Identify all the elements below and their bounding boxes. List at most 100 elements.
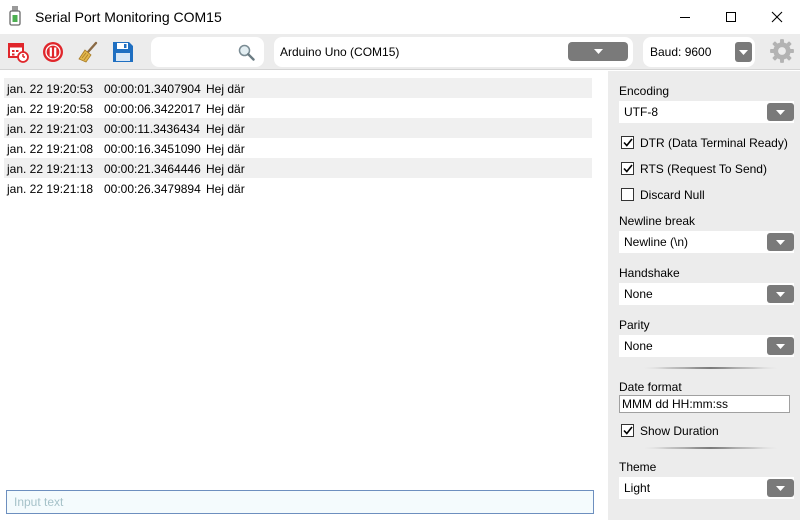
log-row: jan. 22 19:21:13 00:00:21.3464446 Hej dä… xyxy=(4,158,592,178)
newline-dropdown-button[interactable] xyxy=(767,233,794,251)
encoding-value: UTF-8 xyxy=(624,105,658,119)
baud-label: Baud: 9600 xyxy=(650,45,712,59)
close-button[interactable] xyxy=(754,0,800,34)
log-date: jan. 22 19:21:13 xyxy=(7,162,94,176)
search-input[interactable] xyxy=(157,42,237,62)
log-message: Hej där xyxy=(206,182,245,196)
log-date: jan. 22 19:21:03 xyxy=(7,122,94,136)
pause-button[interactable] xyxy=(40,39,66,65)
parity-dropdown-button[interactable] xyxy=(767,337,794,355)
log-date: jan. 22 19:21:08 xyxy=(7,142,94,156)
newline-label: Newline break xyxy=(619,214,696,228)
save-icon xyxy=(113,42,133,62)
chevron-down-icon xyxy=(776,343,785,349)
encoding-label: Encoding xyxy=(619,84,670,98)
clear-button[interactable] xyxy=(75,39,101,65)
chevron-down-icon xyxy=(593,49,603,54)
parity-select[interactable]: None xyxy=(619,335,794,357)
log-duration: 00:00:06.3422017 xyxy=(104,102,201,116)
maximize-button[interactable] xyxy=(708,0,754,34)
port-selected-label: Arduino Uno (COM15) xyxy=(280,45,400,59)
parity-value: None xyxy=(624,339,653,353)
send-input[interactable] xyxy=(6,490,594,514)
checkbox-box[interactable] xyxy=(621,188,634,201)
encoding-dropdown-button[interactable] xyxy=(767,103,794,121)
schedule-button[interactable] xyxy=(5,39,31,65)
log-duration: 00:00:16.3451090 xyxy=(104,142,201,156)
log-message: Hej där xyxy=(206,82,245,96)
handshake-label: Handshake xyxy=(619,266,680,280)
separator xyxy=(643,367,778,369)
parity-label: Parity xyxy=(619,318,650,332)
log-area[interactable]: jan. 22 19:20:53 00:00:01.3407904 Hej dä… xyxy=(0,71,607,520)
port-dropdown-button[interactable] xyxy=(568,42,628,61)
minimize-icon xyxy=(680,17,690,18)
show-duration-checkbox[interactable]: Show Duration xyxy=(619,422,799,440)
log-duration: 00:00:21.3464446 xyxy=(104,162,201,176)
baud-selector[interactable]: Baud: 9600 xyxy=(643,37,755,67)
checkbox-box[interactable] xyxy=(621,424,634,437)
settings-panel: Encoding UTF-8 DTR (Data Terminal Ready)… xyxy=(608,71,800,520)
show-duration-label: Show Duration xyxy=(640,424,719,438)
log-message: Hej där xyxy=(206,142,245,156)
chevron-down-icon xyxy=(776,291,785,297)
theme-dropdown-button[interactable] xyxy=(767,479,794,497)
theme-value: Light xyxy=(624,481,651,495)
broom-clear-icon xyxy=(78,41,98,63)
checkmark-icon xyxy=(622,426,633,435)
separator xyxy=(643,447,778,449)
newline-select[interactable]: Newline (\n) xyxy=(619,231,794,253)
log-duration: 00:00:11.3436434 xyxy=(104,122,200,136)
dtr-checkbox[interactable]: DTR (Data Terminal Ready) xyxy=(619,134,799,152)
log-duration: 00:00:01.3407904 xyxy=(104,82,201,96)
newline-value: Newline (\n) xyxy=(624,235,689,249)
log-duration: 00:00:26.3479894 xyxy=(104,182,201,196)
log-message: Hej där xyxy=(206,102,245,116)
chevron-down-icon xyxy=(776,485,785,491)
checkmark-icon xyxy=(622,138,633,147)
dtr-label: DTR (Data Terminal Ready) xyxy=(640,136,788,150)
save-button[interactable] xyxy=(110,39,136,65)
search-icon[interactable] xyxy=(238,44,255,61)
log-date: jan. 22 19:21:18 xyxy=(7,182,94,196)
chevron-down-icon xyxy=(739,49,748,55)
rts-checkbox[interactable]: RTS (Request To Send) xyxy=(619,160,799,178)
theme-select[interactable]: Light xyxy=(619,477,794,499)
toolbar: Arduino Uno (COM15) Baud: 9600 xyxy=(0,34,800,70)
gear-icon[interactable] xyxy=(769,38,795,64)
checkbox-box[interactable] xyxy=(621,162,634,175)
log-row: jan. 22 19:21:18 00:00:26.3479894 Hej dä… xyxy=(4,178,592,198)
port-selector[interactable]: Arduino Uno (COM15) xyxy=(274,37,633,67)
log-row: jan. 22 19:20:53 00:00:01.3407904 Hej dä… xyxy=(4,78,592,98)
log-message: Hej där xyxy=(206,162,245,176)
baud-dropdown-button[interactable] xyxy=(735,42,752,62)
minimize-button[interactable] xyxy=(662,0,708,34)
handshake-value: None xyxy=(624,287,653,301)
log-date: jan. 22 19:20:53 xyxy=(7,82,94,96)
checkmark-icon xyxy=(622,164,633,173)
log-row: jan. 22 19:21:03 00:00:11.3436434 Hej dä… xyxy=(4,118,592,138)
discard-null-label: Discard Null xyxy=(640,188,705,202)
handshake-select[interactable]: None xyxy=(619,283,794,305)
encoding-select[interactable]: UTF-8 xyxy=(619,101,794,123)
theme-label: Theme xyxy=(619,460,657,474)
pause-icon xyxy=(43,42,63,62)
maximize-icon xyxy=(726,12,736,22)
log-date: jan. 22 19:20:58 xyxy=(7,102,94,116)
chevron-down-icon xyxy=(776,109,785,115)
rts-label: RTS (Request To Send) xyxy=(640,162,767,176)
close-icon xyxy=(771,11,783,23)
window-title: Serial Port Monitoring COM15 xyxy=(35,9,222,25)
chevron-down-icon xyxy=(776,239,785,245)
discard-null-checkbox[interactable]: Discard Null xyxy=(619,186,799,204)
date-format-label: Date format xyxy=(619,380,682,394)
log-message: Hej där xyxy=(206,122,245,136)
checkbox-box[interactable] xyxy=(621,136,634,149)
usb-app-icon xyxy=(9,6,21,26)
handshake-dropdown-button[interactable] xyxy=(767,285,794,303)
log-row: jan. 22 19:21:08 00:00:16.3451090 Hej dä… xyxy=(4,138,592,158)
date-format-input[interactable] xyxy=(619,395,790,413)
schedule-icon xyxy=(8,43,29,63)
search-box xyxy=(151,37,264,67)
log-row: jan. 22 19:20:58 00:00:06.3422017 Hej dä… xyxy=(4,98,592,118)
